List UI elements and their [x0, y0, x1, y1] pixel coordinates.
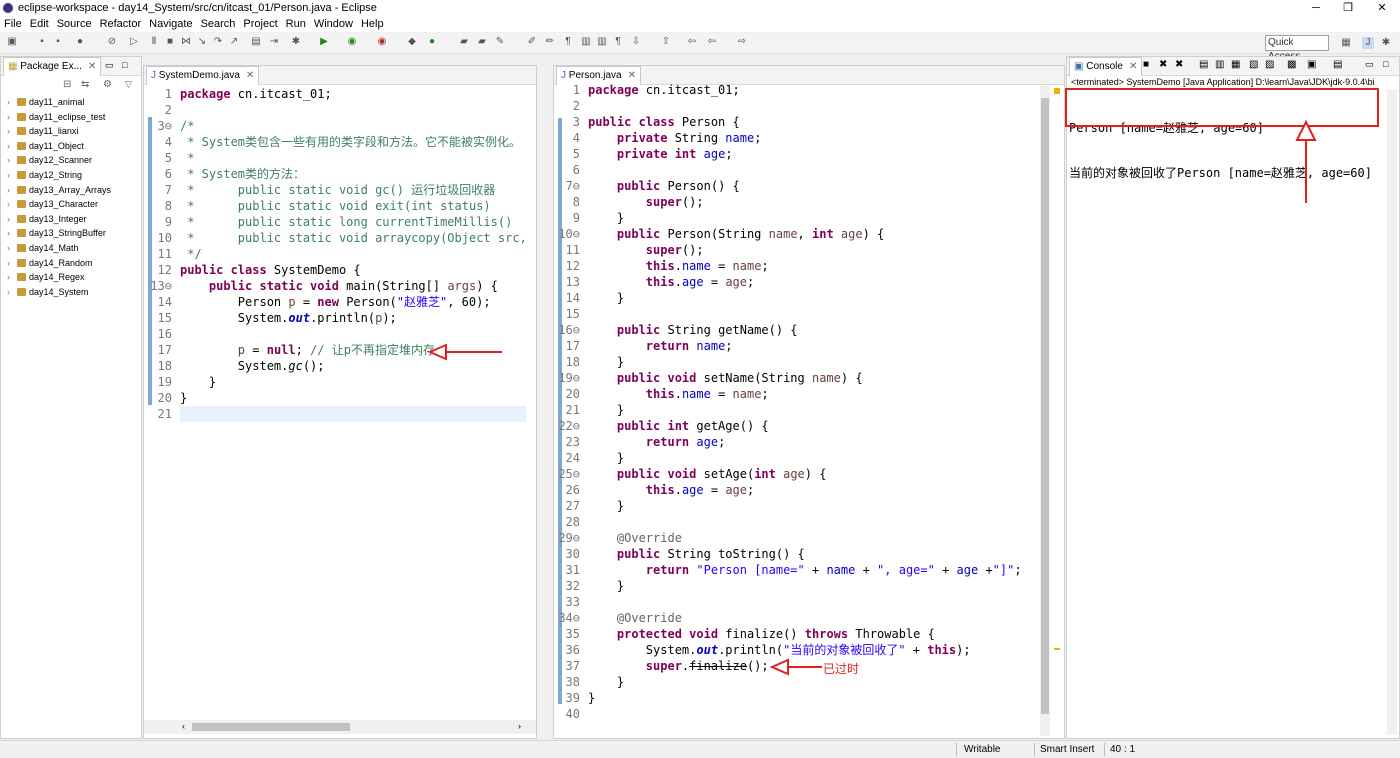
output-highlight-box: [1065, 88, 1379, 127]
status-bar: Writable Smart Insert 40 : 1: [0, 740, 1400, 758]
deprecated-arrow-head: [769, 658, 789, 676]
status-insert-mode: Smart Insert: [1040, 744, 1095, 755]
status-separator: [956, 743, 957, 756]
status-writable: Writable: [964, 744, 1001, 755]
output-arrow-head: [1295, 119, 1317, 141]
status-cursor-position: 40 : 1: [1110, 744, 1136, 755]
deprecated-annotation-label: 已过时: [823, 662, 860, 676]
annotation-overlay: [427, 88, 1379, 676]
status-separator: [1034, 743, 1035, 756]
status-separator: [1104, 743, 1105, 756]
comment-arrow-head: [427, 343, 447, 361]
